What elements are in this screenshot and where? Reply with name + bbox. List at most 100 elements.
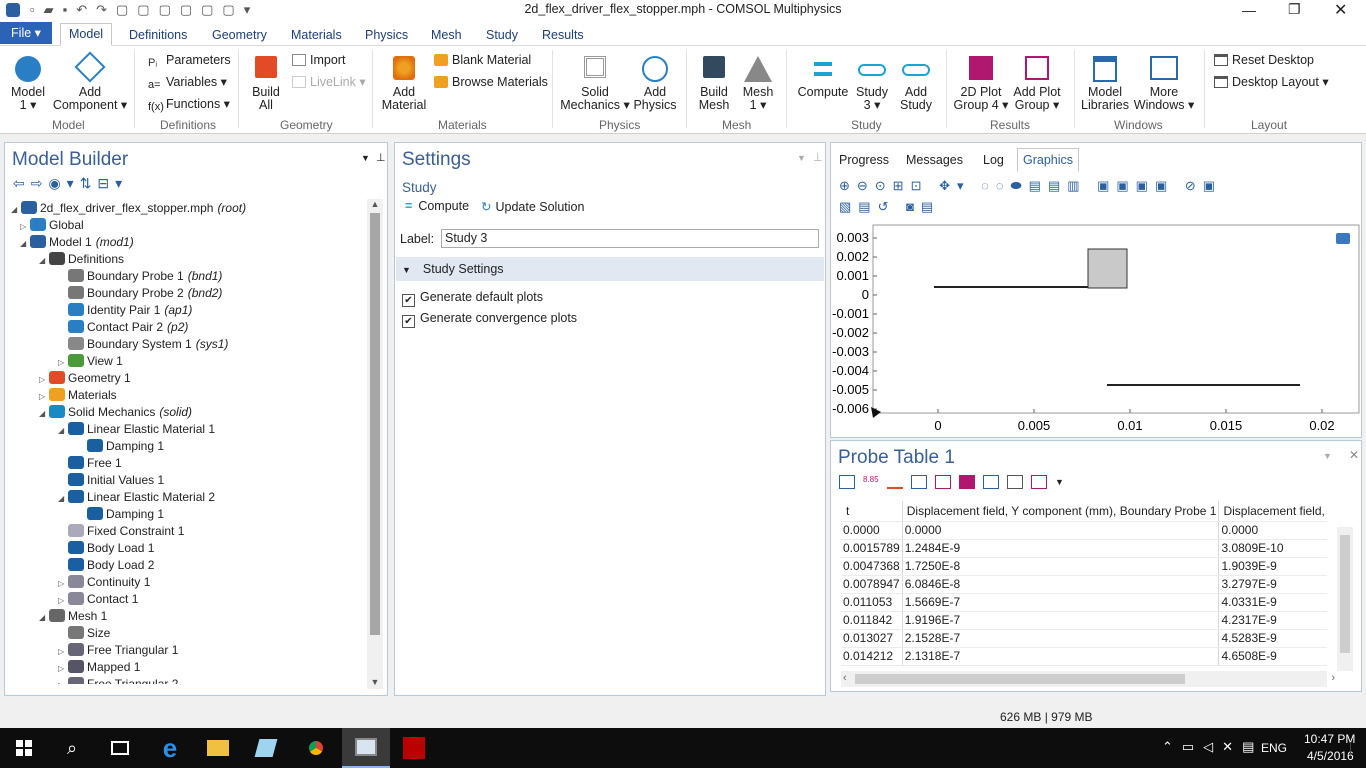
settings-compute-button[interactable]: = Compute xyxy=(405,199,469,213)
close-icon[interactable]: ✕ xyxy=(1334,0,1347,20)
scroll-up-icon[interactable]: ▲ xyxy=(367,199,383,213)
collapsed-icon[interactable]: ▷ xyxy=(58,677,68,684)
pin-icon[interactable]: ⊥ xyxy=(813,151,823,164)
study-button[interactable]: Study 3 ▾ xyxy=(854,56,890,112)
scroll-down-icon[interactable]: ▼ xyxy=(367,677,383,687)
table-cell[interactable]: 1.7250E-8 xyxy=(902,557,1220,576)
tab-physics[interactable]: Physics xyxy=(357,26,416,46)
import-button[interactable]: Import xyxy=(292,51,345,69)
tab-progress[interactable]: Progress xyxy=(839,153,889,167)
panel-menu-icon[interactable]: ▼ xyxy=(361,153,370,163)
build-mesh-button[interactable]: Build Mesh xyxy=(694,56,734,112)
table-cell[interactable]: 0.0047368 xyxy=(841,557,903,576)
table-row[interactable]: 0.0047368 1.7250E-8 1.9039E-9 xyxy=(841,557,1327,576)
add-physics-button[interactable]: Add Physics xyxy=(632,56,678,112)
tab-log[interactable]: Log xyxy=(983,153,1004,167)
expanded-icon[interactable]: ◢ xyxy=(39,252,49,269)
desktop-layout-button[interactable]: Desktop Layout ▾ xyxy=(1214,73,1329,91)
tab-mesh[interactable]: Mesh xyxy=(423,26,470,46)
expanded-icon[interactable]: ◢ xyxy=(39,405,49,422)
model-libraries-button[interactable]: Model Libraries xyxy=(1080,56,1130,112)
tree-item[interactable]: Boundary System 1 (sys1) xyxy=(58,336,228,353)
tree-item[interactable]: Free 1 xyxy=(58,455,122,472)
parameters-button[interactable]: Pᵢ Parameters xyxy=(148,51,231,69)
tree-item[interactable]: Boundary Probe 1 (bnd1) xyxy=(58,268,222,285)
collapsed-icon[interactable]: ▷ xyxy=(39,388,49,405)
table-cell[interactable]: 6.0846E-8 xyxy=(902,575,1220,594)
table-toolbar[interactable]: 8.85 ▼ xyxy=(839,474,1064,489)
tree-item[interactable]: ▷ Mapped 1 xyxy=(58,659,140,676)
expanded-icon[interactable]: ◢ xyxy=(39,609,49,626)
tree-item[interactable]: ▷ Global xyxy=(20,217,84,234)
file-explorer-button[interactable] xyxy=(194,728,242,768)
panel-menu-icon[interactable]: ▼ xyxy=(1323,451,1332,461)
table-cell[interactable]: 2.1318E-7 xyxy=(902,647,1220,666)
model-builder-toolbar[interactable]: ⇦⇨◉▾⇅⊟▾ xyxy=(13,175,128,192)
add-study-button[interactable]: Add Study xyxy=(896,56,936,112)
table-cell[interactable]: 0.0078947 xyxy=(841,575,903,594)
table-cell[interactable]: 0.011842 xyxy=(841,611,903,630)
update-solution-button[interactable]: ↻ Update Solution xyxy=(481,199,584,214)
table-row[interactable]: 0.0000 0.0000 0.0000 xyxy=(841,521,1327,540)
tree-item[interactable]: ▷ Free Triangular 1 xyxy=(58,642,178,659)
livelink-button[interactable]: LiveLink ▾ xyxy=(292,73,366,91)
collapsed-icon[interactable]: ▷ xyxy=(58,660,68,677)
tab-results[interactable]: Results xyxy=(534,26,592,46)
tree-item[interactable]: Initial Values 1 xyxy=(58,472,164,489)
header-cell[interactable]: t xyxy=(841,501,903,522)
comsol-taskbar-button[interactable] xyxy=(342,728,390,768)
add-component-button[interactable]: Add Component ▾ xyxy=(52,51,128,112)
app-button[interactable] xyxy=(242,728,290,768)
graphics-toolbar-row2[interactable]: ▧▤↺ ◙▤ xyxy=(839,199,940,215)
tab-graphics[interactable]: Graphics xyxy=(1017,148,1080,171)
solid-mechanics-button[interactable]: Solid Mechanics ▾ xyxy=(560,56,630,112)
table-cell[interactable]: 3.2797E-9 xyxy=(1218,575,1327,594)
compute-button[interactable]: Compute xyxy=(794,56,852,99)
expanded-icon[interactable]: ◢ xyxy=(58,422,68,439)
tab-messages[interactable]: Messages xyxy=(906,153,963,167)
variables-button[interactable]: a= Variables ▾ xyxy=(148,73,227,91)
tree-item[interactable]: ▷ Continuity 1 xyxy=(58,574,150,591)
table-cell[interactable]: 4.0331E-9 xyxy=(1218,593,1327,612)
collapsed-icon[interactable]: ▷ xyxy=(20,218,30,235)
language-indicator[interactable]: ENG xyxy=(1261,741,1287,755)
table-cell[interactable]: 4.6508E-9 xyxy=(1218,647,1327,666)
tree-item[interactable]: ◢ Definitions xyxy=(39,251,124,268)
tree-scrollbar[interactable]: ▲ ▼ xyxy=(367,199,383,689)
clock-date[interactable]: 4/5/2016 xyxy=(1307,749,1354,763)
scrollbar-thumb[interactable] xyxy=(855,674,1185,684)
tree-item[interactable]: ▷ Free Triangular 2 xyxy=(58,676,178,684)
restore-icon[interactable]: ❐ xyxy=(1288,1,1301,18)
scrollbar-thumb[interactable] xyxy=(370,213,380,635)
notifications-button[interactable] xyxy=(1350,742,1351,754)
table-cell[interactable]: 2.1528E-7 xyxy=(902,629,1220,648)
expanded-icon[interactable]: ◢ xyxy=(11,201,21,218)
table-cell[interactable]: 1.9039E-9 xyxy=(1218,557,1327,576)
tab-geometry[interactable]: Geometry xyxy=(204,26,275,46)
table-cell[interactable]: 1.2484E-9 xyxy=(902,539,1220,558)
table-cell[interactable]: 4.2317E-9 xyxy=(1218,611,1327,630)
table-cell[interactable]: 4.5283E-9 xyxy=(1218,629,1327,648)
pdf-reader-button[interactable] xyxy=(390,728,438,768)
collapsed-icon[interactable]: ▷ xyxy=(39,371,49,388)
scroll-left-icon[interactable]: ‹ xyxy=(843,672,847,684)
add-plot-group-button[interactable]: Add Plot Group ▾ xyxy=(1010,56,1064,112)
collapsed-icon[interactable]: ▷ xyxy=(58,643,68,660)
add-material-button[interactable]: Add Material xyxy=(378,56,430,112)
tree-item[interactable]: Boundary Probe 2 (bnd2) xyxy=(58,285,222,302)
system-tray-icons[interactable]: ⌃▭◁✕▤ xyxy=(1162,739,1263,755)
tree-item[interactable]: ◢ 2d_flex_driver_flex_stopper.mph (root) xyxy=(11,200,246,217)
tree-item[interactable]: Contact Pair 2 (p2) xyxy=(58,319,188,336)
expanded-icon[interactable]: ◢ xyxy=(58,490,68,507)
tree-item[interactable]: Size xyxy=(58,625,110,642)
table-row[interactable]: 0.011053 1.5669E-7 4.0331E-9 xyxy=(841,593,1327,612)
table-cell[interactable]: 0.0000 xyxy=(841,521,903,540)
tab-study[interactable]: Study xyxy=(478,26,526,46)
table-cell[interactable]: 3.0809E-10 xyxy=(1218,539,1327,558)
scroll-right-icon[interactable]: › xyxy=(1331,672,1335,684)
table-vscrollbar[interactable] xyxy=(1337,527,1353,671)
tree-item[interactable]: ◢ Model 1 (mod1) xyxy=(20,234,134,251)
tab-materials[interactable]: Materials xyxy=(283,26,350,46)
tree-item[interactable]: Fixed Constraint 1 xyxy=(58,523,184,540)
collapsed-icon[interactable]: ▷ xyxy=(58,592,68,609)
